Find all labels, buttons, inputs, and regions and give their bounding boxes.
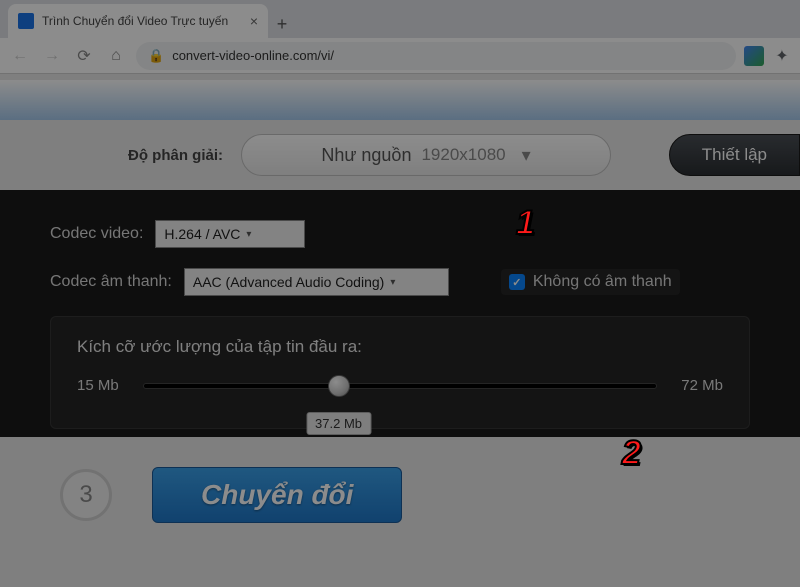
advanced-panel: Codec video: H.264 / AVC ▾ Codec âm than… [0, 190, 800, 437]
settings-label: Thiết lập [702, 145, 767, 165]
resolution-label: Độ phân giải: [128, 147, 223, 164]
reload-button[interactable]: ⟳ [72, 44, 96, 68]
checkmark-icon: ✓ [509, 274, 525, 290]
chevron-down-icon: ▾ [522, 145, 531, 166]
tab-strip: Trình Chuyển đổi Video Trực tuyến × + [0, 0, 800, 38]
video-codec-row: Codec video: H.264 / AVC ▾ [50, 220, 750, 248]
audio-codec-value: AAC (Advanced Audio Coding) [193, 274, 384, 290]
step-number-badge: 3 [60, 469, 112, 521]
chevron-down-icon: ▾ [246, 229, 251, 240]
address-bar: ← → ⟳ ⌂ 🔒 convert-video-online.com/vi/ ✦ [0, 38, 800, 74]
header-banner [0, 80, 800, 120]
favicon-icon [18, 13, 34, 29]
page-content: Độ phân giải: Như nguồn 1920x1080 ▾ Thiế… [0, 80, 800, 523]
resolution-row: Độ phân giải: Như nguồn 1920x1080 ▾ Thiế… [0, 120, 800, 190]
new-tab-button[interactable]: + [268, 10, 296, 38]
resolution-select[interactable]: Như nguồn 1920x1080 ▾ [241, 134, 611, 176]
settings-button[interactable]: Thiết lập [669, 134, 800, 176]
back-button[interactable]: ← [8, 44, 32, 68]
resolution-mode: Như nguồn [321, 145, 411, 166]
url-text: convert-video-online.com/vi/ [172, 48, 334, 63]
audio-codec-select[interactable]: AAC (Advanced Audio Coding) ▾ [184, 268, 449, 296]
chevron-down-icon: ▾ [390, 277, 395, 288]
lock-icon: 🔒 [148, 48, 164, 64]
size-min: 15 Mb [77, 377, 129, 394]
extensions-icon[interactable]: ✦ [772, 46, 792, 66]
close-icon[interactable]: × [250, 13, 258, 29]
no-audio-label: Không có âm thanh [533, 273, 672, 291]
convert-button[interactable]: Chuyển đổi [152, 467, 402, 523]
video-codec-label: Codec video: [50, 225, 143, 243]
video-codec-select[interactable]: H.264 / AVC ▾ [155, 220, 305, 248]
convert-label: Chuyển đổi [201, 479, 353, 511]
browser-chrome: Trình Chuyển đổi Video Trực tuyến × + ← … [0, 0, 800, 74]
output-size-label: Kích cỡ ước lượng của tập tin đầu ra: [77, 337, 723, 357]
audio-codec-row: Codec âm thanh: AAC (Advanced Audio Codi… [50, 268, 750, 296]
translate-icon[interactable] [744, 46, 764, 66]
output-size-panel: Kích cỡ ước lượng của tập tin đầu ra: 15… [50, 316, 750, 429]
no-audio-checkbox[interactable]: ✓ Không có âm thanh [501, 269, 680, 295]
size-slider[interactable]: 37.2 Mb [143, 383, 657, 389]
callout-1: 1 [516, 204, 535, 243]
url-input[interactable]: 🔒 convert-video-online.com/vi/ [136, 42, 736, 70]
home-button[interactable]: ⌂ [104, 44, 128, 68]
browser-tab[interactable]: Trình Chuyển đổi Video Trực tuyến × [8, 4, 268, 38]
size-slider-row: 15 Mb 37.2 Mb 72 Mb [77, 377, 723, 394]
slider-thumb[interactable] [328, 375, 350, 397]
step-row: 3 Chuyển đổi [0, 437, 800, 523]
tab-title: Trình Chuyển đổi Video Trực tuyến [42, 14, 242, 28]
step-number: 3 [79, 481, 92, 509]
callout-2: 2 [622, 434, 641, 473]
forward-button[interactable]: → [40, 44, 64, 68]
audio-codec-label: Codec âm thanh: [50, 273, 172, 291]
size-value-tooltip: 37.2 Mb [306, 412, 371, 435]
video-codec-value: H.264 / AVC [164, 226, 240, 242]
size-max: 72 Mb [671, 377, 723, 394]
resolution-value: 1920x1080 [421, 145, 505, 165]
